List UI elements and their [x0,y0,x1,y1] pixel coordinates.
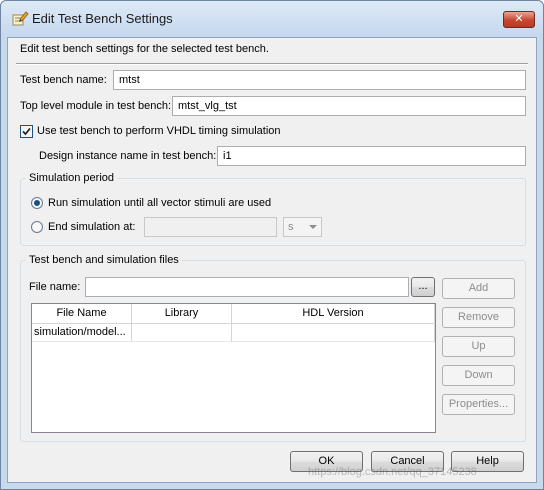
design-instance-input[interactable]: i1 [217,146,526,166]
remove-button[interactable]: Remove [442,307,515,328]
down-button[interactable]: Down [442,365,515,386]
time-unit-value: s [288,221,294,233]
files-table[interactable]: File Name Library HDL Version simulation… [31,303,436,433]
file-name-input[interactable] [85,277,409,297]
end-simulation-radio[interactable] [31,221,43,233]
end-simulation-label[interactable]: End simulation at: [48,221,135,233]
close-icon: ✕ [514,13,524,25]
time-unit-dropdown[interactable]: s [283,217,322,237]
radio-selected-dot [34,200,40,206]
use-test-bench-checkbox[interactable] [20,125,33,138]
top-level-module-input[interactable]: mtst_vlg_tst [172,96,526,116]
checkmark-icon [22,127,31,136]
file-name-label: File name: [29,281,81,293]
window-title: Edit Test Bench Settings [32,11,173,26]
test-bench-name-input[interactable]: mtst [113,70,526,90]
divider [16,63,528,65]
dialog-window: Edit Test Bench Settings ✕ Edit test ben… [0,0,544,490]
design-instance-label: Design instance name in test bench: [39,150,217,162]
chevron-down-icon [309,225,317,229]
dialog-body: Edit test bench settings for the selecte… [7,37,537,483]
edit-settings-icon [12,11,29,26]
title-bar[interactable]: Edit Test Bench Settings ✕ [1,1,543,37]
table-cell[interactable] [232,324,435,342]
column-header[interactable]: File Name [32,304,132,324]
files-group-title: Test bench and simulation files [26,254,182,266]
run-until-done-label[interactable]: Run simulation until all vector stimuli … [48,197,271,209]
run-until-done-radio[interactable] [31,197,43,209]
column-header[interactable]: Library [132,304,232,324]
watermark: https://blog.csdn.net/qq_37145238 [308,466,477,478]
test-bench-name-label: Test bench name: [20,74,107,86]
up-button[interactable]: Up [442,336,515,357]
properties-button[interactable]: Properties... [442,394,515,415]
column-header[interactable]: HDL Version [232,304,435,324]
simulation-period-title: Simulation period [26,172,117,184]
end-simulation-input[interactable] [144,217,277,237]
browse-button[interactable]: ... [411,277,435,297]
dialog-description: Edit test bench settings for the selecte… [20,43,269,55]
use-test-bench-label[interactable]: Use test bench to perform VHDL timing si… [37,125,281,137]
add-button[interactable]: Add [442,278,515,299]
close-button[interactable]: ✕ [503,11,535,28]
table-cell[interactable]: simulation/model... [32,324,132,342]
table-cell[interactable] [132,324,232,342]
top-level-module-label: Top level module in test bench: [20,100,172,112]
